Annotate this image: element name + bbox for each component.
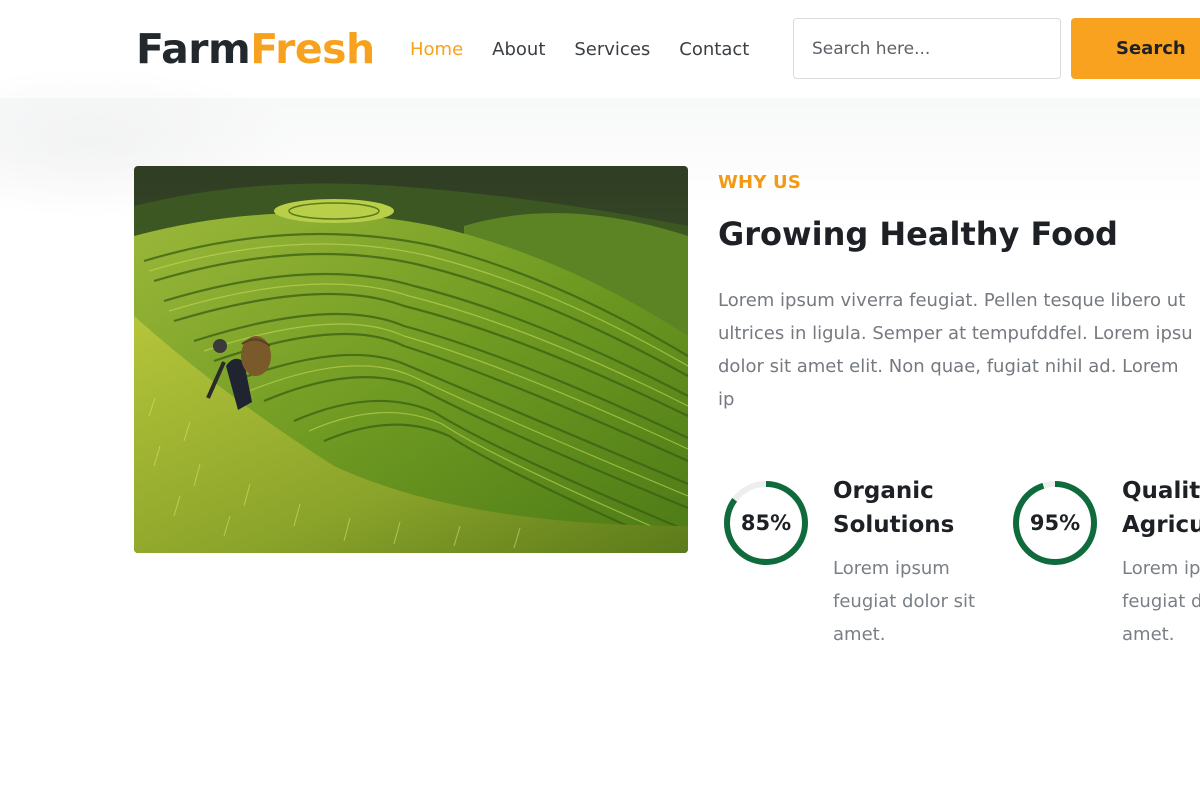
stat-value: 95% [1029, 511, 1081, 535]
section-paragraph: Lorem ipsum viverra feugiat. Pellen tesq… [718, 290, 1193, 424]
nav-item-services[interactable]: Services [574, 38, 650, 62]
nav-item-about[interactable]: About [492, 38, 545, 62]
brand-logo[interactable]: FarmFresh [136, 24, 375, 74]
rice-terraces-illustration [134, 166, 688, 553]
section-eyebrow: WHY US [718, 172, 801, 193]
stat-title: Organic Solutions [833, 478, 955, 538]
stat-description: Lorem ip feugiat d amet. [1122, 558, 1200, 645]
nav-item-home[interactable]: Home [410, 38, 463, 62]
nav-item-contact[interactable]: Contact [679, 38, 749, 62]
stat-value: 85% [740, 511, 792, 535]
section-title: Growing Healthy Food [718, 215, 1118, 253]
hero-image-rice-terraces [134, 166, 688, 553]
stat-title: Quality Agricul [1122, 478, 1200, 538]
search-input[interactable] [793, 18, 1061, 79]
search-button[interactable]: Search [1071, 18, 1200, 79]
main-nav: Home About Services Contact [410, 38, 778, 62]
brand-name-fresh: Fresh [250, 25, 375, 73]
stat-description: Lorem ipsum feugiat dolor sit amet. [833, 558, 976, 645]
brand-name-farm: Farm [136, 25, 251, 73]
